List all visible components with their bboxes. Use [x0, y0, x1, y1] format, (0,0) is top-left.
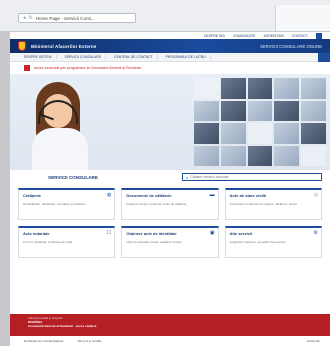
web-page: Despre noi Comunicate Acreditari Contact… [10, 32, 330, 346]
nav-item-about[interactable]: Despre sistem [20, 55, 57, 59]
card-desc: Procuri, declarații, certificate de viaț… [23, 240, 73, 244]
nav-item-hours[interactable]: Programul de lucru [162, 55, 211, 59]
search-icon: ⌕ [186, 174, 189, 180]
photo-collage [190, 74, 330, 170]
coat-of-arms-icon [18, 41, 26, 51]
utility-link-press[interactable]: Comunicate [233, 34, 256, 38]
gear-icon: ⚙ [313, 230, 318, 236]
browser-tab[interactable] [275, 5, 330, 31]
footer-link-terms[interactable]: Termeni și condiții [77, 339, 101, 343]
document-icon: ☐ [106, 230, 112, 236]
address-bar[interactable]: ◂ ↻ Home Page - Servicii Cons... [18, 13, 136, 23]
header-tagline: Servicii Consulare Online [260, 43, 322, 49]
utility-link-about[interactable]: Despre noi [204, 34, 225, 38]
card-title: Acte de stare civilă [229, 193, 266, 198]
back-icon[interactable]: ◂ [23, 15, 26, 21]
sub-footer: Declarație de confidențialitate Termeni … [10, 336, 330, 346]
footer-link-sitemap[interactable]: Hartă site [307, 339, 320, 343]
service-card-notarial[interactable]: Acte notariale ☐ Procuri, declarații, ce… [18, 226, 116, 258]
card-desc: Transcriere certificate de naștere, căsă… [229, 202, 298, 206]
social-icon[interactable] [316, 32, 322, 39]
card-desc: Cărți de identitate pentru cetățenii rom… [126, 240, 183, 244]
site-header: Ministerul Afacerilor Externe Servicii C… [10, 39, 330, 53]
service-card-travel-documents[interactable]: Documente de călătorie ▬ Pașaport simplu… [121, 188, 219, 220]
rings-icon: ◇ [314, 192, 318, 198]
card-title: Cetățenie [23, 193, 42, 198]
footer-link-privacy[interactable]: Declarație de confidențialitate [24, 339, 63, 343]
card-desc: Legalizări, traduceri, apostilări docume… [229, 240, 287, 244]
call-center-agent-image [28, 82, 96, 170]
site-brand[interactable]: Ministerul Afacerilor Externe [31, 44, 96, 49]
alert-text[interactable]: Acces securizat prin programare la Consu… [34, 66, 141, 70]
id-card-icon: ▣ [209, 230, 215, 236]
nav-login-button[interactable] [318, 52, 330, 62]
service-card-identity[interactable]: Obținere acte de identitate ▣ Cărți de i… [121, 226, 219, 258]
services-section-bar: Servicii consulare ⌕ [10, 170, 330, 184]
card-desc: Redobândire, dobândire, renunțare și cer… [23, 202, 86, 206]
utility-link-contact[interactable]: Contact [292, 34, 308, 38]
refresh-icon[interactable]: ↻ [29, 15, 33, 21]
utility-link-accreditation[interactable]: Acreditari [264, 34, 284, 38]
site-footer: Adresă poștală și program ROMÂNIA Consul… [10, 314, 330, 336]
card-title: Obținere acte de identitate [126, 231, 177, 236]
card-title: Documente de călătorie [126, 193, 172, 198]
nav-item-services[interactable]: Servicii consulare [61, 55, 107, 59]
footer-line[interactable]: Consulatul General al României - acces c… [28, 324, 312, 328]
globe-icon: ◍ [106, 192, 112, 198]
search-input[interactable] [190, 175, 311, 179]
alert-banner: Acces securizat prin programare la Consu… [10, 62, 330, 74]
service-card-civil-status[interactable]: Acte de stare civilă ◇ Transcriere certi… [224, 188, 322, 220]
card-title: Acte notariale [23, 231, 50, 236]
passport-icon: ▬ [209, 192, 215, 198]
main-nav: Despre sistem Servicii consulare Centrul… [10, 52, 330, 62]
browser-chrome: ◂ ↻ Home Page - Servicii Cons... [0, 0, 330, 32]
card-desc: Pașaport simplu, temporar și titlu de că… [126, 202, 188, 206]
utility-bar: Despre noi Comunicate Acreditari Contact [10, 32, 330, 39]
service-card-other[interactable]: Alte servicii ⚙ Legalizări, traduceri, a… [224, 226, 322, 258]
address-text: Home Page - Servicii Cons... [35, 15, 95, 21]
service-search[interactable]: ⌕ [182, 173, 322, 181]
hero-banner [10, 74, 330, 170]
alert-icon [24, 65, 30, 71]
service-card-citizenship[interactable]: Cetățenie ◍ Redobândire, dobândire, renu… [18, 188, 116, 220]
section-title: Servicii consulare [48, 174, 98, 180]
nav-item-contact[interactable]: Centrul de contact [110, 55, 158, 59]
service-cards: Cetățenie ◍ Redobândire, dobândire, renu… [10, 184, 330, 262]
card-title: Alte servicii [229, 231, 253, 236]
